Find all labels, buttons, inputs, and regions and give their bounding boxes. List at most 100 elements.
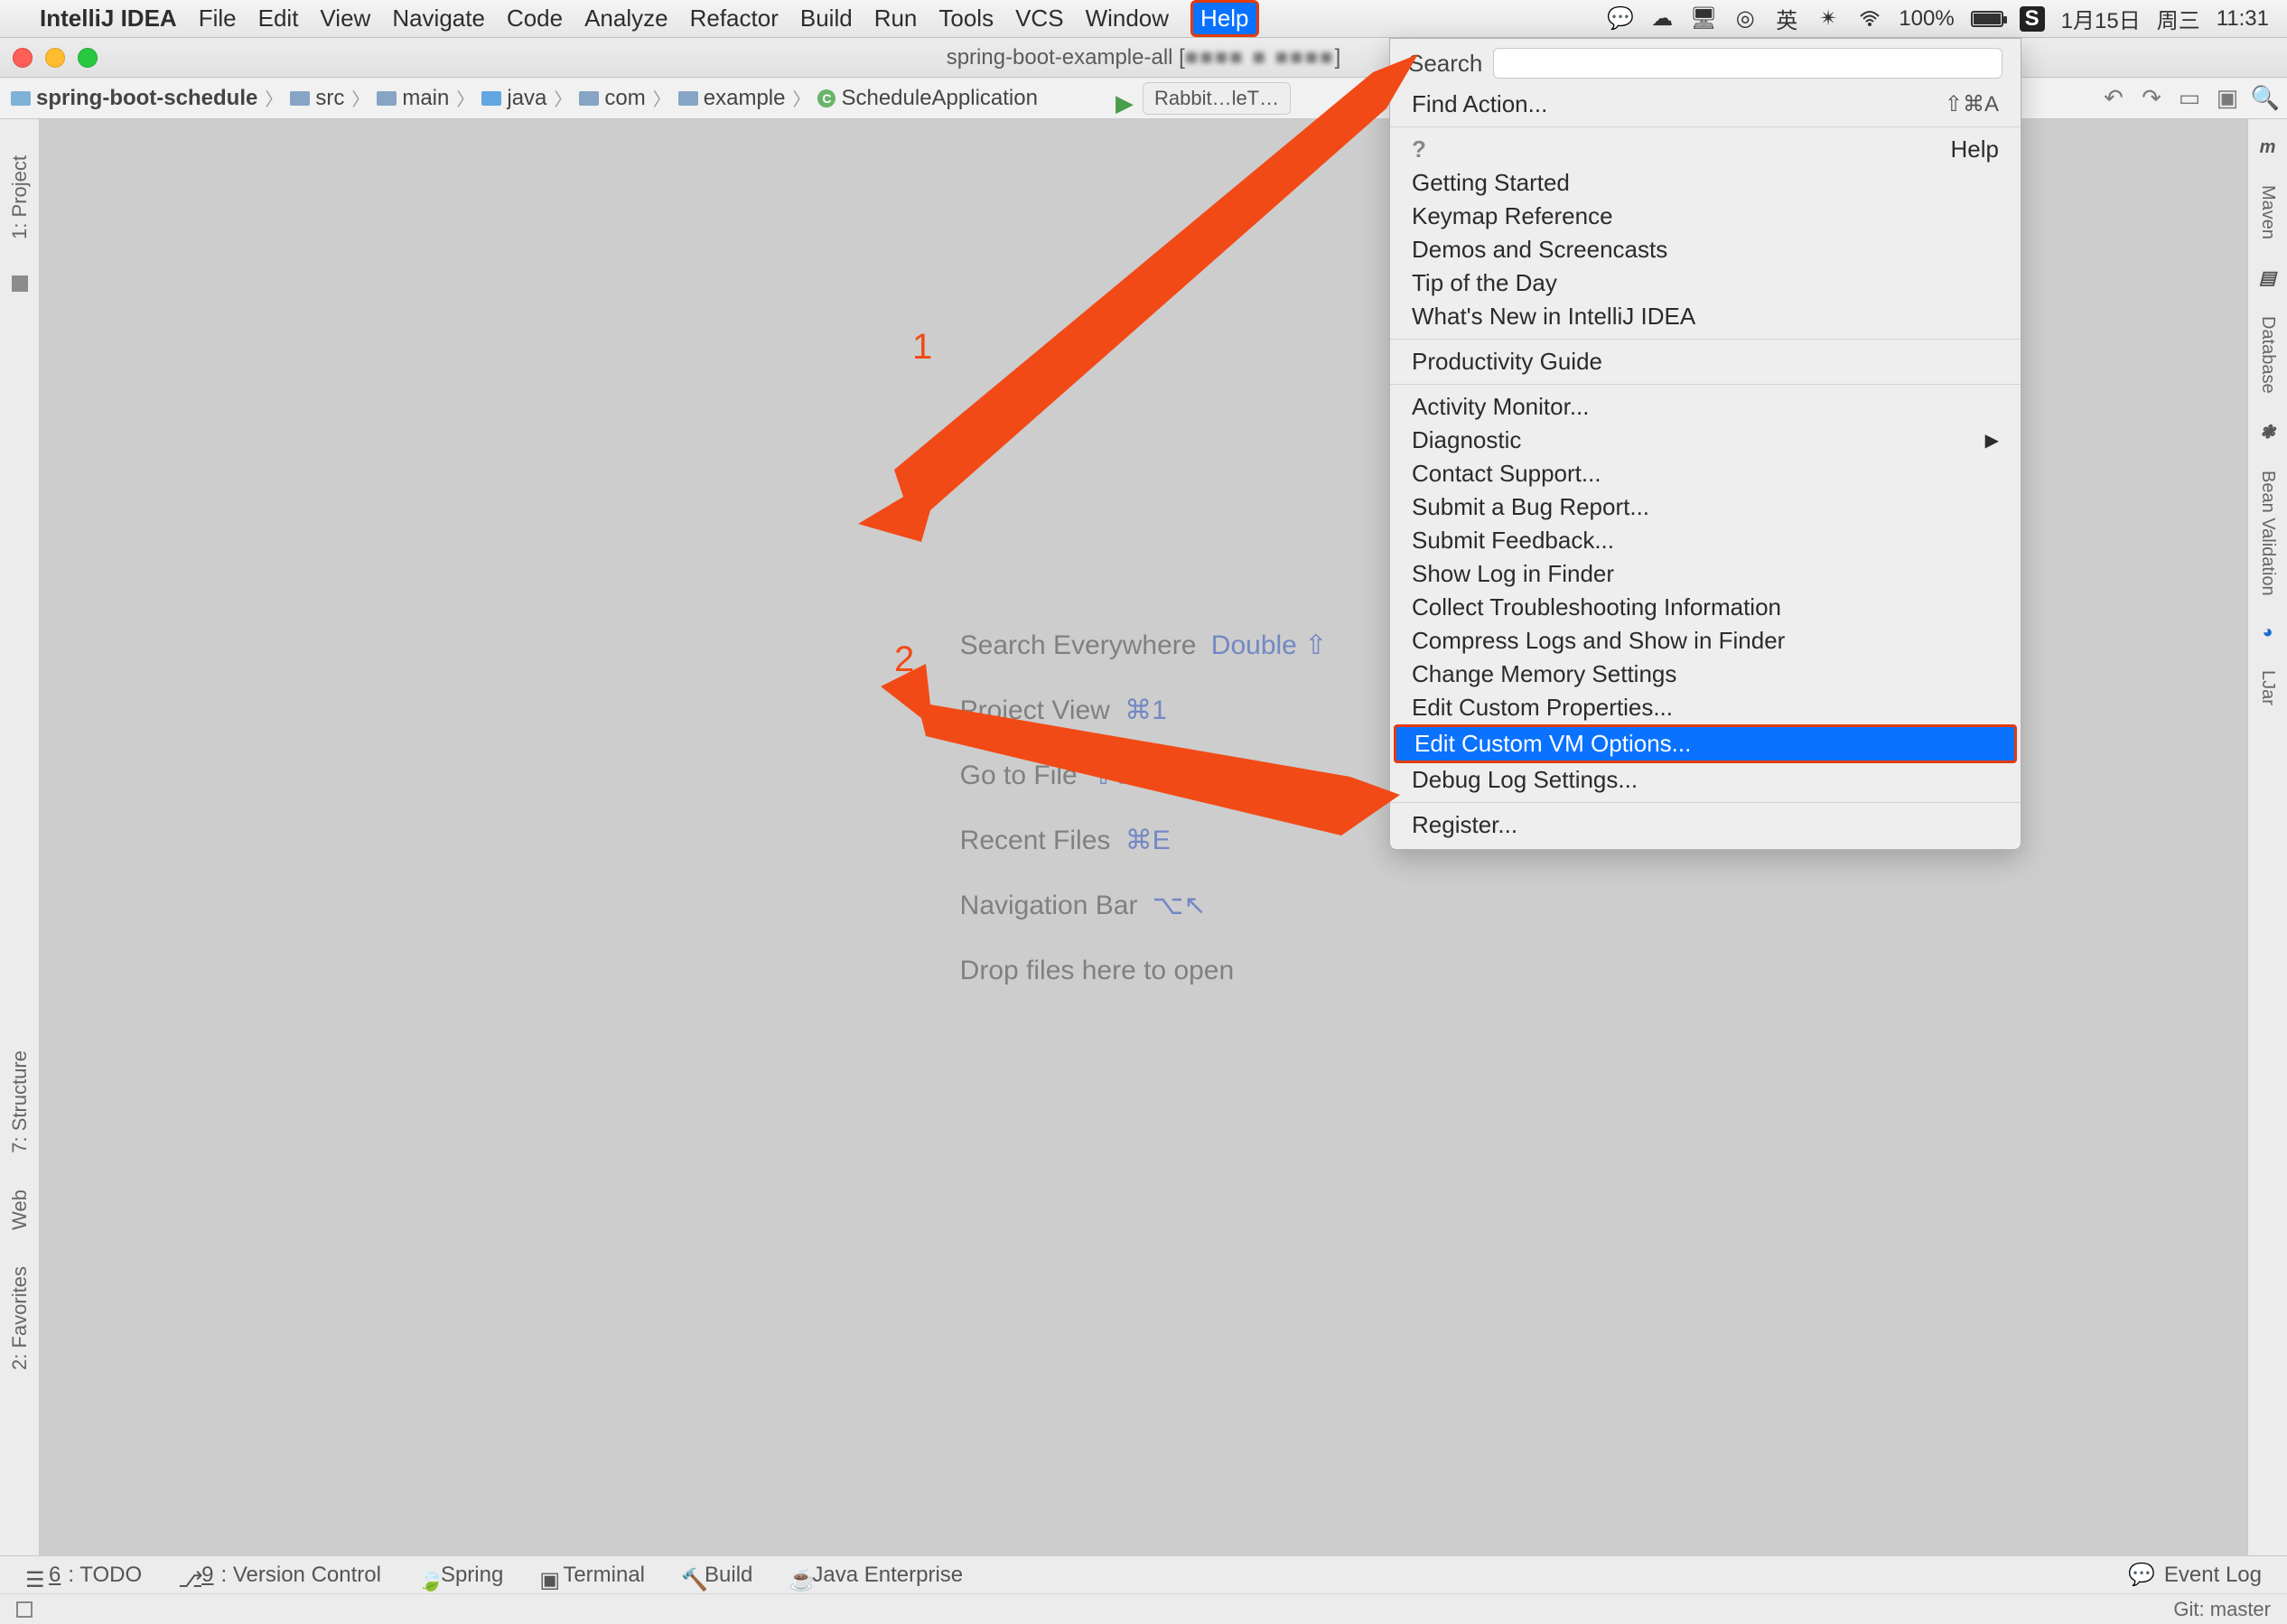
popup-item-getting-started[interactable]: Getting Started (1390, 166, 2021, 200)
popup-item-debug-log-settings-[interactable]: Debug Log Settings... (1390, 763, 2021, 797)
redo-icon[interactable]: ↷ (2139, 86, 2164, 111)
git-branch-label[interactable]: Git: master (2173, 1598, 2271, 1621)
menu-refactor[interactable]: Refactor (690, 5, 779, 33)
popup-search-label: Search (1408, 50, 1482, 78)
menu-build[interactable]: Build (800, 5, 853, 33)
right-stripe-bean[interactable]: Bean Validation (2257, 471, 2278, 596)
wifi-icon[interactable] (1857, 6, 1882, 32)
crumb-com[interactable]: com (574, 86, 650, 111)
menu-help[interactable]: Help (1190, 0, 1258, 37)
bottom-tool-build[interactable]: 🔨Build (681, 1563, 752, 1588)
ljar-icon[interactable]: ◕ (2262, 622, 2273, 643)
ime-icon[interactable]: 英 (1774, 6, 1799, 32)
bottom-tool-terminal[interactable]: ▣Terminal (539, 1563, 645, 1588)
bluetooth-icon[interactable]: ✴ (1816, 6, 1841, 32)
run-icon[interactable]: ▶ (1115, 89, 1134, 107)
menu-file[interactable]: File (199, 5, 237, 33)
popup-item-collect-troubleshooting-information[interactable]: Collect Troubleshooting Information (1390, 591, 2021, 624)
menu-code[interactable]: Code (507, 5, 563, 33)
popup-item-what-s-new-in-intellij-idea[interactable]: What's New in IntelliJ IDEA (1390, 300, 2021, 333)
folder-icon (678, 91, 698, 106)
bottom-tool-icon: ⎇ (178, 1567, 194, 1583)
crumb-label: example (704, 86, 786, 111)
editor-tab[interactable]: Rabbit…leT… (1143, 82, 1291, 115)
right-stripe-ljar[interactable]: LJar (2257, 670, 2278, 705)
menu-window[interactable]: Window (1086, 5, 1169, 33)
left-stripe-project[interactable]: 1: Project (8, 155, 32, 239)
menu-analyze[interactable]: Analyze (584, 5, 668, 33)
popup-item-keymap-reference[interactable]: Keymap Reference (1390, 200, 2021, 233)
traffic-lights (13, 48, 98, 68)
popup-item-label: Debug Log Settings... (1412, 766, 1638, 794)
right-stripe-database[interactable]: Database (2257, 316, 2278, 394)
popup-item-label: Show Log in Finder (1412, 560, 1614, 588)
display-icon[interactable]: 🖥 (1691, 6, 1716, 32)
popup-item-shortcut: ⇧⌘A (1945, 91, 1999, 117)
popup-search-input[interactable] (1493, 48, 2002, 79)
popup-item-diagnostic[interactable]: Diagnostic▶ (1390, 424, 2021, 457)
left-stripe-favorites[interactable]: 2: Favorites (8, 1266, 32, 1370)
menu-view[interactable]: View (320, 5, 370, 33)
menu-navigate[interactable]: Navigate (392, 5, 485, 33)
right-stripe-maven[interactable]: Maven (2257, 185, 2278, 239)
popup-item-find-action-[interactable]: Find Action...⇧⌘A (1390, 88, 2021, 121)
welcome-row: Drop files here to open (960, 938, 1328, 1003)
popup-item-label: Contact Support... (1412, 460, 1601, 488)
popup-item-change-memory-settings[interactable]: Change Memory Settings (1390, 658, 2021, 691)
close-window-button[interactable] (13, 48, 33, 68)
left-tool-stripe: 1: Project 7: Structure Web 2: Favorites (0, 119, 40, 1555)
layout-icon[interactable]: ▭ (2177, 86, 2202, 111)
chevron-icon: 〉 (456, 85, 474, 111)
bottom-tool-java-enterprise[interactable]: ☕Java Enterprise (789, 1563, 963, 1588)
crumb-label: src (315, 86, 344, 111)
bottom-tool--version-control[interactable]: ⎇9: Version Control (178, 1563, 381, 1588)
app-name[interactable]: IntelliJ IDEA (40, 5, 177, 33)
popup-item-edit-custom-properties-[interactable]: Edit Custom Properties... (1390, 691, 2021, 724)
minimize-window-button[interactable] (45, 48, 65, 68)
crumb-example[interactable]: example (673, 86, 791, 111)
battery-percent: 100% (1899, 6, 1954, 32)
chat-icon[interactable]: 💬 (1608, 6, 1633, 32)
database-icon[interactable]: ▤ (2259, 266, 2276, 289)
s-icon[interactable]: S (2020, 6, 2045, 32)
popup-separator (1390, 384, 2021, 385)
undo-icon[interactable]: ↶ (2101, 86, 2126, 111)
menu-edit[interactable]: Edit (258, 5, 299, 33)
bean-icon[interactable]: ❃ (2260, 421, 2275, 443)
app-icon[interactable]: ◎ (1732, 6, 1758, 32)
popup-item-submit-feedback-[interactable]: Submit Feedback... (1390, 524, 2021, 557)
popup-item-label: Tip of the Day (1412, 269, 1557, 297)
popup-item-edit-custom-vm-options-[interactable]: Edit Custom VM Options... (1394, 724, 2017, 763)
menu-run[interactable]: Run (874, 5, 918, 33)
popup-item-compress-logs-and-show-in-finder[interactable]: Compress Logs and Show in Finder (1390, 624, 2021, 658)
search-icon[interactable]: 🔍 (2253, 86, 2278, 111)
crumb-java[interactable]: java (476, 86, 552, 111)
menu-tools[interactable]: Tools (938, 5, 994, 33)
left-stripe-structure[interactable]: 7: Structure (8, 1050, 32, 1153)
status-box-icon[interactable] (16, 1601, 33, 1618)
bottom-tool-spring[interactable]: 🍃Spring (417, 1563, 503, 1588)
popup-item-help[interactable]: Help (1390, 133, 2021, 166)
popup-item-activity-monitor-[interactable]: Activity Monitor... (1390, 390, 2021, 424)
maximize-window-button[interactable] (78, 48, 98, 68)
crumb-src[interactable]: src (285, 86, 350, 111)
maven-icon[interactable]: m (2260, 137, 2276, 158)
popup-item-show-log-in-finder[interactable]: Show Log in Finder (1390, 557, 2021, 591)
event-log-button[interactable]: Event Log (2164, 1563, 2262, 1588)
crumb-spring-boot-schedule[interactable]: spring-boot-schedule (5, 86, 263, 111)
popup-item-contact-support-[interactable]: Contact Support... (1390, 457, 2021, 490)
wechat-icon[interactable]: ☁ (1649, 6, 1675, 32)
crumb-main[interactable]: main (371, 86, 454, 111)
popup-item-tip-of-the-day[interactable]: Tip of the Day (1390, 266, 2021, 300)
crumb-scheduleapplication[interactable]: CScheduleApplication (812, 86, 1043, 111)
bottom-tool--todo[interactable]: ☰6: TODO (25, 1563, 142, 1588)
popup-item-register-[interactable]: Register... (1390, 808, 2021, 842)
welcome-label: Drop files here to open (960, 956, 1235, 985)
event-log-icon[interactable]: 💬 (2128, 1562, 2155, 1588)
menu-vcs[interactable]: VCS (1015, 5, 1063, 33)
left-stripe-web[interactable]: Web (8, 1190, 32, 1230)
popup-item-submit-a-bug-report-[interactable]: Submit a Bug Report... (1390, 490, 2021, 524)
popup-item-demos-and-screencasts[interactable]: Demos and Screencasts (1390, 233, 2021, 266)
popup-item-productivity-guide[interactable]: Productivity Guide (1390, 345, 2021, 378)
presentation-icon[interactable]: ▣ (2215, 86, 2240, 111)
